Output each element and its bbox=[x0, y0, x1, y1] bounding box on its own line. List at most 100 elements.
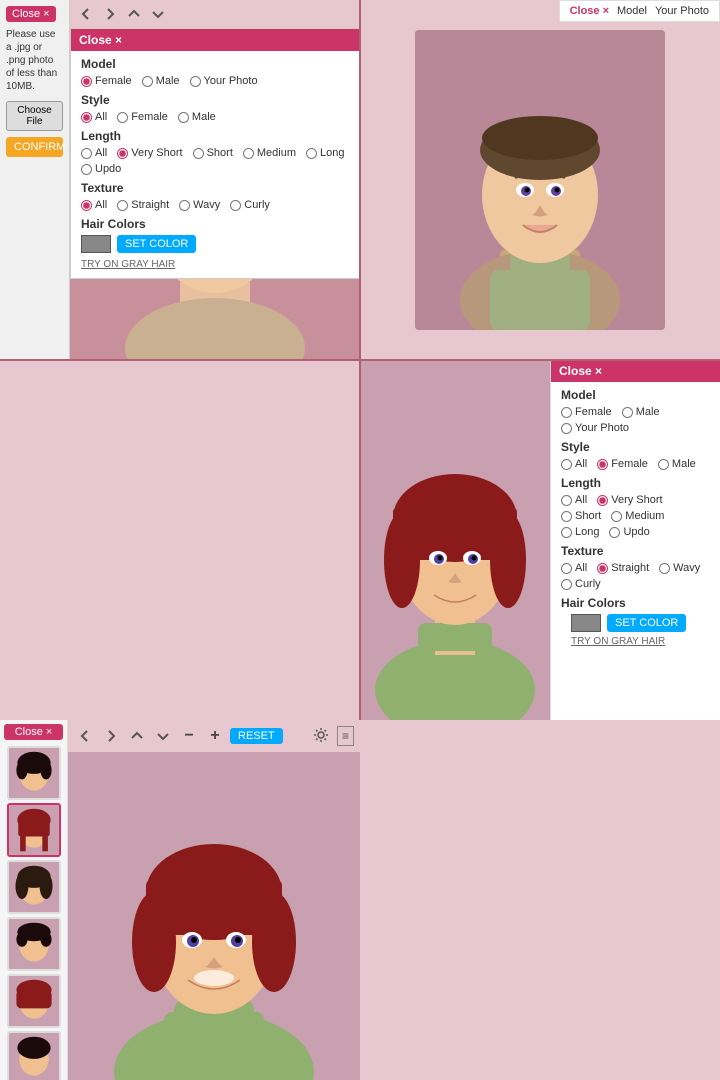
confirm-button[interactable]: CONFIRM bbox=[6, 137, 63, 157]
thumbnail-5[interactable] bbox=[7, 974, 61, 1028]
try-gray-button[interactable]: TRY ON GRAY HAIR bbox=[81, 257, 175, 272]
br-texture-title: Texture bbox=[561, 544, 710, 558]
model-male-radio[interactable] bbox=[142, 76, 153, 87]
br-color-swatch[interactable] bbox=[571, 614, 601, 632]
br-vshort-radio[interactable] bbox=[597, 495, 608, 506]
br-texture-straight[interactable]: Straight bbox=[597, 562, 649, 574]
br-medium-radio[interactable] bbox=[611, 511, 622, 522]
arrow-up-button[interactable] bbox=[124, 4, 144, 24]
br-length-all-radio[interactable] bbox=[561, 495, 572, 506]
hamburger-button[interactable]: ≡ bbox=[337, 726, 354, 746]
texture-wavy-option[interactable]: Wavy bbox=[179, 199, 220, 211]
length-medium-option[interactable]: Medium bbox=[243, 147, 296, 159]
length-long-radio[interactable] bbox=[306, 148, 317, 159]
bl-minus-button[interactable]: − bbox=[178, 725, 200, 747]
br-length-vshort[interactable]: Very Short bbox=[597, 494, 662, 506]
bl-arrow-down-button[interactable] bbox=[152, 725, 174, 747]
length-medium-radio[interactable] bbox=[243, 148, 254, 159]
length-all-radio[interactable] bbox=[81, 148, 92, 159]
choose-file-button[interactable]: Choose File bbox=[6, 101, 63, 131]
br-length-medium[interactable]: Medium bbox=[611, 510, 664, 522]
tr-close-label: Close × bbox=[570, 5, 609, 17]
arrow-left-button[interactable] bbox=[76, 4, 96, 24]
length-all-option[interactable]: All bbox=[81, 147, 107, 159]
br-set-color-button[interactable]: SET COLOR bbox=[607, 614, 686, 632]
br-style-all-radio[interactable] bbox=[561, 459, 572, 470]
br-texture-all[interactable]: All bbox=[561, 562, 587, 574]
model-female-option[interactable]: Female bbox=[81, 75, 132, 87]
br-short-radio[interactable] bbox=[561, 511, 572, 522]
style-female-option[interactable]: Female bbox=[117, 111, 168, 123]
model-male-option[interactable]: Male bbox=[142, 75, 180, 87]
thumbnail-3[interactable] bbox=[7, 860, 61, 914]
bl-arrow-up-button[interactable] bbox=[126, 725, 148, 747]
br-style-male-radio[interactable] bbox=[658, 459, 669, 470]
br-length-all[interactable]: All bbox=[561, 494, 587, 506]
br-model-female[interactable]: Female bbox=[561, 406, 612, 418]
model-photo-radio[interactable] bbox=[190, 76, 201, 87]
br-male-radio[interactable] bbox=[622, 407, 633, 418]
thumbnail-4[interactable] bbox=[7, 917, 61, 971]
texture-wavy-radio[interactable] bbox=[179, 200, 190, 211]
bl-arrow-left-button[interactable] bbox=[74, 725, 96, 747]
br-texture-wavy[interactable]: Wavy bbox=[659, 562, 700, 574]
br-length-short[interactable]: Short bbox=[561, 510, 601, 522]
length-section-title: Length bbox=[81, 129, 349, 143]
color-swatch[interactable] bbox=[81, 235, 111, 253]
style-female-radio[interactable] bbox=[117, 112, 128, 123]
style-all-option[interactable]: All bbox=[81, 111, 107, 123]
texture-curly-option[interactable]: Curly bbox=[230, 199, 270, 211]
texture-straight-radio[interactable] bbox=[117, 200, 128, 211]
length-updo-option[interactable]: Updo bbox=[81, 163, 121, 175]
length-veryshort-radio[interactable] bbox=[117, 148, 128, 159]
gear-button[interactable] bbox=[313, 727, 329, 746]
length-veryshort-option[interactable]: Very Short bbox=[117, 147, 182, 159]
thumbnail-6[interactable] bbox=[7, 1031, 61, 1080]
set-color-button[interactable]: SET COLOR bbox=[117, 235, 196, 253]
thumbnail-2[interactable] bbox=[7, 803, 61, 857]
thumb-close-button[interactable]: Close × bbox=[4, 724, 63, 740]
style-male-option[interactable]: Male bbox=[178, 111, 216, 123]
br-updo-radio[interactable] bbox=[609, 527, 620, 538]
upload-close-button[interactable]: Close × bbox=[6, 6, 56, 22]
br-length-updo[interactable]: Updo bbox=[609, 526, 649, 538]
model-radio-group: Female Male Your Photo bbox=[81, 75, 349, 87]
texture-all-option[interactable]: All bbox=[81, 199, 107, 211]
br-style-all[interactable]: All bbox=[561, 458, 587, 470]
model-photo-option[interactable]: Your Photo bbox=[190, 75, 258, 87]
br-style-female-radio[interactable] bbox=[597, 459, 608, 470]
texture-all-radio[interactable] bbox=[81, 200, 92, 211]
texture-curly-radio[interactable] bbox=[230, 200, 241, 211]
bl-plus-button[interactable]: + bbox=[204, 725, 226, 747]
br-straight-radio[interactable] bbox=[597, 563, 608, 574]
arrow-down-button[interactable] bbox=[148, 4, 168, 24]
br-long-radio[interactable] bbox=[561, 527, 572, 538]
br-style-female[interactable]: Female bbox=[597, 458, 648, 470]
br-model-photo[interactable]: Your Photo bbox=[561, 422, 629, 434]
reset-button[interactable]: RESET bbox=[230, 728, 283, 744]
br-panel-content: Model Female Male Your Photo Style All bbox=[551, 382, 720, 653]
br-length-long[interactable]: Long bbox=[561, 526, 599, 538]
br-texture-curly[interactable]: Curly bbox=[561, 578, 601, 590]
length-short-option[interactable]: Short bbox=[193, 147, 233, 159]
bl-arrow-right-button[interactable] bbox=[100, 725, 122, 747]
br-style-male[interactable]: Male bbox=[658, 458, 696, 470]
arrow-right-button[interactable] bbox=[100, 4, 120, 24]
length-long-option[interactable]: Long bbox=[306, 147, 344, 159]
texture-straight-option[interactable]: Straight bbox=[117, 199, 169, 211]
br-photo-radio[interactable] bbox=[561, 423, 572, 434]
portrait-photo-area bbox=[415, 30, 665, 330]
thumbnail-1[interactable] bbox=[7, 746, 61, 800]
length-updo-radio[interactable] bbox=[81, 164, 92, 175]
style-section-title: Style bbox=[81, 93, 349, 107]
br-model-male[interactable]: Male bbox=[622, 406, 660, 418]
br-curly-radio[interactable] bbox=[561, 579, 572, 590]
br-wavy-radio[interactable] bbox=[659, 563, 670, 574]
style-all-radio[interactable] bbox=[81, 112, 92, 123]
length-short-radio[interactable] bbox=[193, 148, 204, 159]
br-tex-all-radio[interactable] bbox=[561, 563, 572, 574]
br-try-gray-button[interactable]: TRY ON GRAY HAIR bbox=[561, 636, 675, 647]
style-male-radio[interactable] bbox=[178, 112, 189, 123]
model-female-radio[interactable] bbox=[81, 76, 92, 87]
br-female-radio[interactable] bbox=[561, 407, 572, 418]
